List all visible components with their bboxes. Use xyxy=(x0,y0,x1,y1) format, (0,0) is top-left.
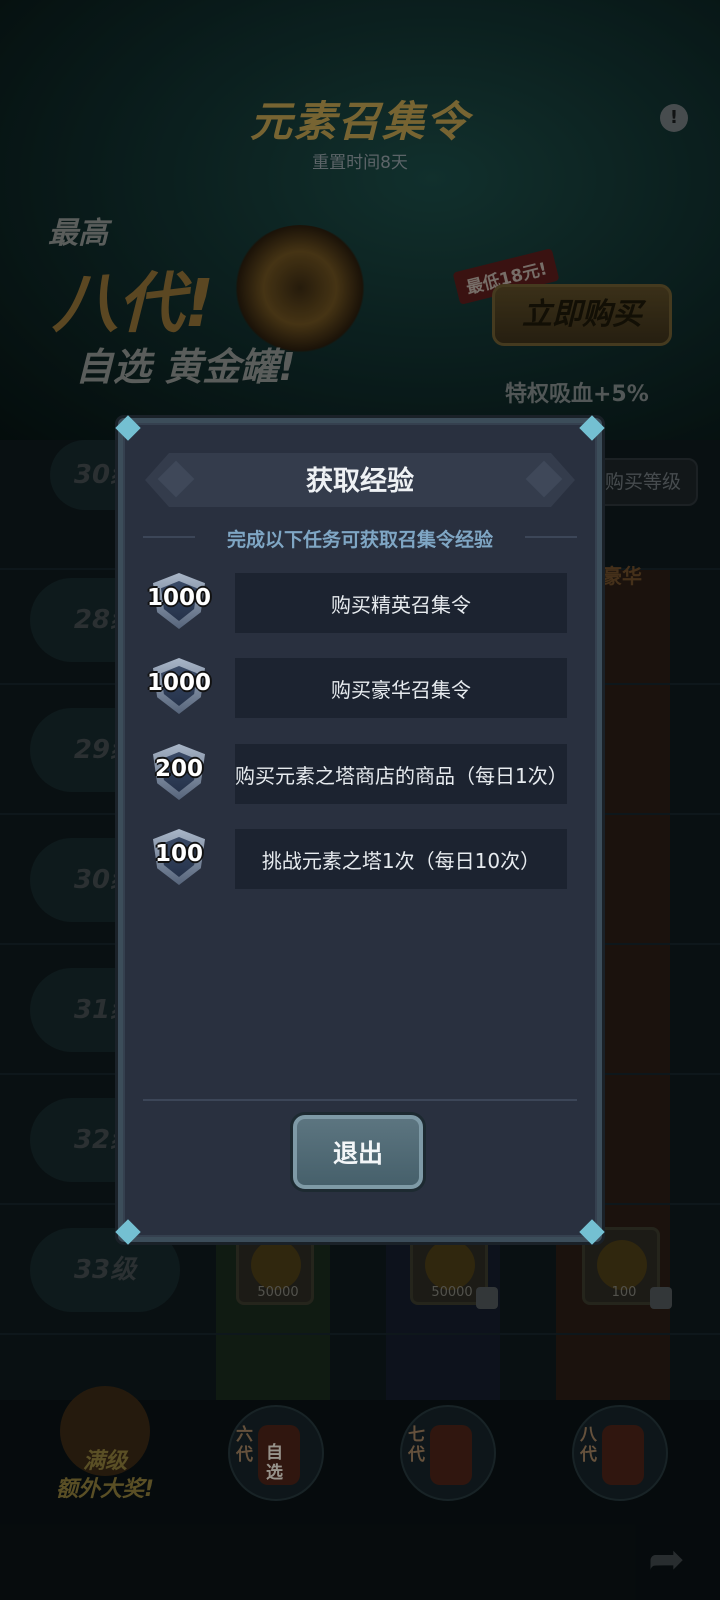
task-row: 1000 购买精英召集令 xyxy=(143,573,579,633)
exp-value: 1000 xyxy=(146,585,211,611)
exp-badge: 200 xyxy=(143,740,215,808)
corner-decoration xyxy=(115,415,141,441)
exp-value: 200 xyxy=(154,756,203,782)
task-label: 购买元素之塔商店的商品（每日1次） xyxy=(235,744,568,804)
footer-divider xyxy=(143,1099,577,1101)
task-label: 购买精英召集令 xyxy=(235,573,567,633)
exp-value: 1000 xyxy=(146,670,211,696)
exp-badge: 1000 xyxy=(143,569,215,637)
dialog-title: 获取经验 xyxy=(306,466,414,497)
exp-badge: 100 xyxy=(143,825,215,893)
task-label: 购买豪华召集令 xyxy=(235,658,567,718)
exp-badge: 1000 xyxy=(143,654,215,722)
task-row: 1000 购买豪华召集令 xyxy=(143,658,579,718)
get-exp-dialog: 获取经验 完成以下任务可获取召集令经验 1000 购买精英召集令 1000 购买… xyxy=(115,415,605,1245)
task-row: 100 挑战元素之塔1次（每日10次） xyxy=(143,829,579,889)
dialog-subtitle: 完成以下任务可获取召集令经验 xyxy=(226,529,493,551)
task-label: 挑战元素之塔1次（每日10次） xyxy=(235,829,567,889)
task-row: 200 购买元素之塔商店的商品（每日1次） xyxy=(143,744,579,804)
exit-button[interactable]: 退出 xyxy=(293,1115,423,1189)
exp-value: 100 xyxy=(154,841,203,867)
